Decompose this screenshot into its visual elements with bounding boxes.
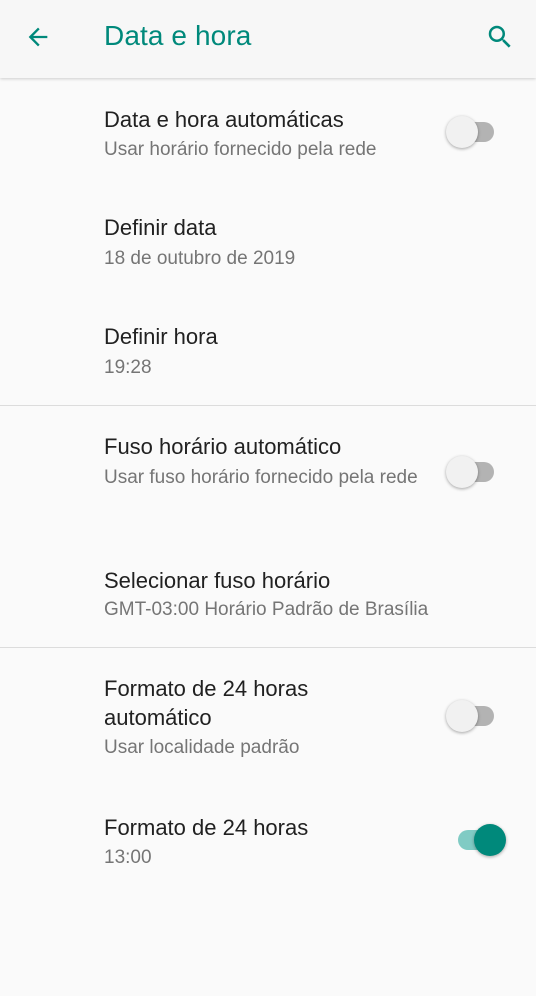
setting-title-line-2: automático	[104, 705, 212, 730]
back-button[interactable]	[16, 15, 60, 59]
setting-summary: Usar horário fornecido pela rede	[104, 139, 377, 160]
setting-summary: GMT-03:00 Horário Padrão de Brasília	[104, 599, 429, 620]
setting-set-date[interactable]: Definir data 18 de outubro de 2019	[0, 184, 536, 292]
switch-thumb	[446, 456, 478, 488]
app-bar: Data e hora	[0, 0, 536, 78]
auto-24h-switch[interactable]	[446, 696, 502, 736]
setting-title: Definir data	[104, 215, 217, 240]
page-title: Data e hora	[104, 20, 252, 51]
setting-summary: 13:00	[104, 847, 152, 868]
search-button[interactable]	[476, 15, 524, 59]
setting-title: Data e hora automáticas	[104, 107, 344, 132]
setting-title: Selecionar fuso horário	[104, 568, 331, 593]
search-icon	[488, 25, 511, 48]
setting-summary: 18 de outubro de 2019	[104, 248, 296, 269]
setting-title: Fuso horário automático	[104, 434, 342, 459]
setting-summary: 19:28	[104, 357, 152, 378]
setting-summary: Usar fuso horário fornecido pela rede	[104, 467, 418, 488]
setting-title: Definir hora	[104, 324, 218, 349]
setting-title-line-1: Formato de 24 horas	[104, 676, 309, 701]
setting-auto-datetime[interactable]: Data e hora automáticas Usar horário for…	[0, 78, 536, 184]
arrow-back-icon	[28, 27, 48, 47]
setting-auto-24h-format[interactable]: Formato de 24 horas automático Usar loca…	[0, 648, 536, 784]
switch-thumb	[474, 824, 506, 856]
setting-auto-timezone[interactable]: Fuso horário automático Usar fuso horári…	[0, 406, 536, 540]
setting-select-timezone[interactable]: Selecionar fuso horário GMT-03:00 Horári…	[0, 540, 536, 648]
switch-thumb	[446, 700, 478, 732]
auto-timezone-switch[interactable]	[446, 452, 502, 492]
setting-24h-format[interactable]: Formato de 24 horas 13:00	[0, 784, 536, 892]
24h-format-switch[interactable]	[452, 820, 508, 860]
auto-datetime-switch[interactable]	[446, 112, 502, 152]
setting-title: Formato de 24 horas	[104, 815, 309, 840]
setting-summary: Usar localidade padrão	[104, 737, 300, 758]
switch-thumb	[446, 116, 478, 148]
setting-set-time[interactable]: Definir hora 19:28	[0, 292, 536, 406]
